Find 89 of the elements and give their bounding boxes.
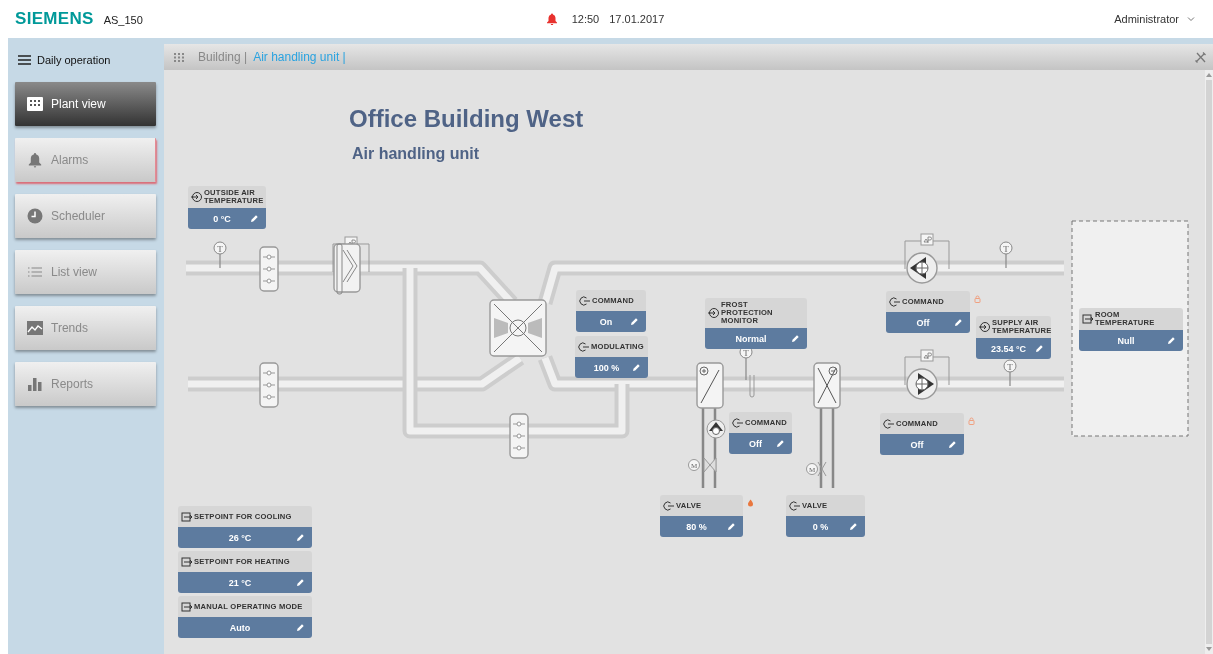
lock-icon (974, 295, 981, 303)
fan-icon (906, 252, 938, 284)
edit-icon[interactable] (954, 318, 963, 327)
edit-icon[interactable] (727, 522, 736, 531)
setpoint-point-icon (181, 555, 193, 568)
command-point-icon (889, 295, 901, 308)
value-field[interactable]: Off (729, 433, 792, 454)
breadcrumb-link[interactable]: Building | (198, 50, 248, 64)
frost-thermostat-icon (749, 374, 755, 398)
value-field[interactable]: 0 °C (188, 208, 266, 229)
edit-icon[interactable] (776, 439, 785, 448)
heat-exchanger-icon (489, 299, 547, 357)
clock-time: 12:50 (571, 13, 600, 25)
setpoint-point-icon (181, 510, 193, 523)
nav-button[interactable]: Scheduler (15, 194, 156, 238)
value-field[interactable]: Off (880, 434, 964, 455)
command-point-icon (579, 294, 591, 307)
pressure-sensor-icon (904, 233, 950, 270)
command-point-icon (789, 499, 801, 512)
value-field[interactable]: 0 % (786, 516, 865, 537)
value-field[interactable]: 23.54 °C (976, 338, 1051, 359)
line-chart-icon (27, 320, 43, 336)
value-field[interactable]: Off (886, 312, 970, 333)
scroll-up-icon[interactable] (1205, 72, 1213, 78)
value-field[interactable]: Auto (178, 617, 312, 638)
edit-icon[interactable] (296, 533, 305, 542)
setpoint-point-icon (1082, 313, 1094, 325)
edit-icon[interactable] (632, 363, 641, 372)
scrollbar[interactable] (1205, 70, 1213, 654)
edit-icon[interactable] (948, 440, 957, 449)
grid-icon[interactable] (174, 52, 184, 62)
list-icon (27, 264, 43, 280)
value-field[interactable]: On (576, 311, 646, 332)
grid-icon (27, 96, 43, 112)
command-point-icon (732, 416, 744, 429)
flame-icon (747, 499, 754, 507)
bell-icon[interactable] (545, 13, 558, 25)
value-field[interactable]: 26 °C (178, 527, 312, 548)
sensor-letter: T (1007, 361, 1013, 372)
logo: SIEMENS (15, 9, 94, 29)
edit-icon[interactable] (250, 214, 259, 223)
setpoint-point-icon (181, 600, 193, 613)
edit-icon[interactable] (630, 317, 639, 326)
device-name: AS_150 (103, 14, 143, 26)
nav-button[interactable]: Alarms (15, 138, 156, 182)
heating-coil-icon (696, 362, 724, 490)
nav-button[interactable]: Reports (15, 362, 156, 406)
nav-button[interactable]: List view (15, 250, 156, 294)
nav-button[interactable]: Trends (15, 306, 156, 350)
damper-icon (259, 362, 279, 408)
edit-icon[interactable] (849, 522, 858, 531)
sensor-letter: T (1003, 243, 1009, 254)
plant-title: Office Building West (349, 105, 584, 133)
date-text: 17.01.2017 (609, 13, 665, 25)
edit-icon[interactable] (791, 334, 800, 343)
menu-icon[interactable] (18, 55, 31, 65)
user-menu[interactable]: Administrator (1114, 13, 1179, 25)
clock-icon (27, 208, 43, 224)
pressure-sensor-icon (904, 349, 950, 386)
plant-subtitle: Air handling unit (352, 145, 481, 163)
command-point-icon (578, 340, 590, 353)
sensor-point-icon (979, 321, 991, 333)
edit-icon[interactable] (1035, 344, 1044, 353)
sensor-point-icon (708, 307, 720, 319)
value-field[interactable]: 100 % (575, 357, 648, 378)
lock-icon (968, 417, 975, 425)
sensor-letter: T (743, 347, 749, 358)
edit-icon[interactable] (296, 623, 305, 632)
cooling-coil-icon (813, 362, 841, 490)
pump-icon (706, 419, 726, 439)
command-point-icon (663, 499, 675, 512)
fan-icon (906, 368, 938, 400)
command-point-icon (883, 417, 895, 430)
sidebar-title: Daily operation (37, 54, 111, 66)
nav-button[interactable]: Plant view (15, 82, 156, 126)
bell-icon (27, 152, 43, 168)
sensor-point-icon (191, 191, 203, 203)
scroll-down-icon[interactable] (1205, 646, 1213, 652)
value-field[interactable]: 21 °C (178, 572, 312, 593)
value-field[interactable]: Null (1079, 330, 1183, 351)
edit-icon[interactable] (1167, 336, 1176, 345)
filter-icon (333, 243, 361, 295)
damper-icon (259, 246, 279, 292)
edit-icon[interactable] (296, 578, 305, 587)
damper-icon (509, 413, 529, 459)
value-field[interactable]: Normal (705, 328, 807, 349)
bar-chart-icon (27, 376, 43, 392)
sensor-letter: T (217, 243, 223, 254)
value-field[interactable]: 80 % (660, 516, 743, 537)
